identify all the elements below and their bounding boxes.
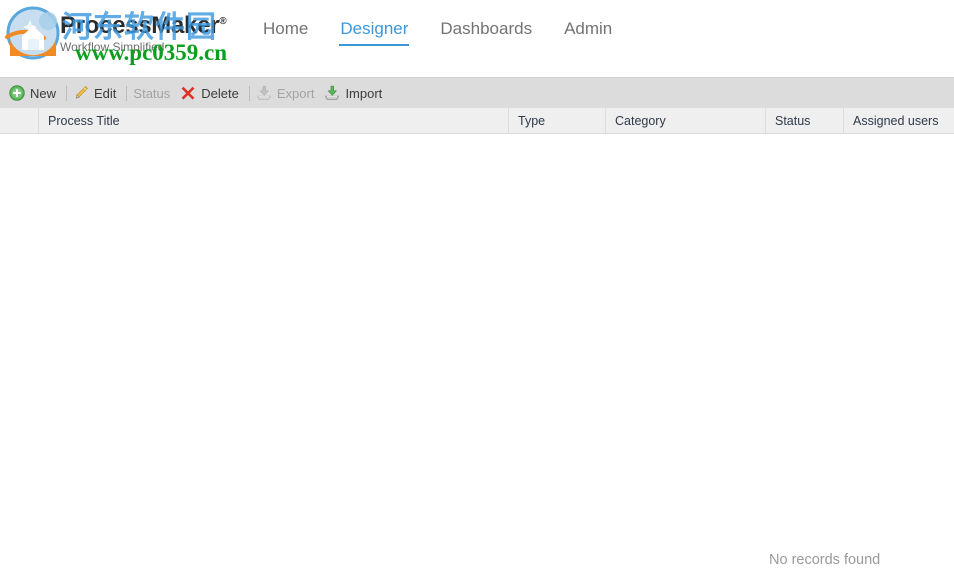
main-navigation: Home Designer Dashboards Admin (262, 0, 613, 62)
processmaker-globe-logo (5, 6, 60, 60)
brand-name: ProcessMaker® (60, 12, 227, 39)
export-button[interactable]: Export (253, 83, 322, 103)
nav-item-admin[interactable]: Admin (563, 17, 613, 46)
edit-button[interactable]: Edit (70, 83, 123, 103)
empty-state-message: No records found (769, 552, 881, 568)
import-button[interactable]: Import (321, 83, 389, 103)
grid-column-category[interactable]: Category (605, 108, 765, 133)
brand-logo[interactable]: ProcessMaker® Workflow Simplified 河东软件园 … (0, 0, 230, 70)
process-list-grid: Process Title Type Category Status Assig… (0, 108, 954, 568)
toolbar-separator (248, 85, 250, 101)
new-button-label: New (30, 85, 57, 101)
delete-button-label: Delete (201, 85, 239, 101)
brand-name-label: ProcessMaker (60, 12, 220, 39)
grid-header-row: Process Title Type Category Status Assig… (0, 108, 954, 134)
nav-item-home[interactable]: Home (262, 17, 309, 46)
export-arrow-icon (256, 85, 272, 100)
nav-item-dashboards[interactable]: Dashboards (439, 17, 533, 46)
process-toolbar: New Edit Status Delete Export Import (0, 77, 954, 108)
edit-button-label: Edit (94, 85, 117, 101)
grid-column-status[interactable]: Status (765, 108, 843, 133)
grid-column-select[interactable] (0, 108, 38, 133)
import-button-label: Import (345, 85, 383, 101)
red-x-icon (181, 86, 195, 100)
nav-item-designer[interactable]: Designer (339, 17, 410, 46)
status-button[interactable]: Status (130, 84, 177, 103)
toolbar-separator (126, 85, 128, 101)
grid-column-type[interactable]: Type (508, 108, 605, 133)
delete-button[interactable]: Delete (177, 83, 246, 103)
grid-column-assigned-users[interactable]: Assigned users (843, 108, 954, 133)
new-button[interactable]: New (6, 83, 63, 103)
import-arrow-icon (325, 85, 340, 100)
grid-body (0, 134, 954, 540)
plus-circle-icon (9, 85, 25, 101)
grid-column-process-title[interactable]: Process Title (38, 108, 508, 133)
registered-trademark-mark: ® (219, 16, 227, 27)
status-button-label: Status (133, 85, 171, 101)
brand-text: ProcessMaker® Workflow Simplified (60, 12, 227, 54)
app-header: ProcessMaker® Workflow Simplified 河东软件园 … (0, 0, 954, 77)
export-button-label: Export (276, 85, 315, 101)
brand-tagline: Workflow Simplified (60, 40, 165, 54)
pencil-icon (75, 86, 88, 99)
toolbar-separator (66, 85, 68, 101)
